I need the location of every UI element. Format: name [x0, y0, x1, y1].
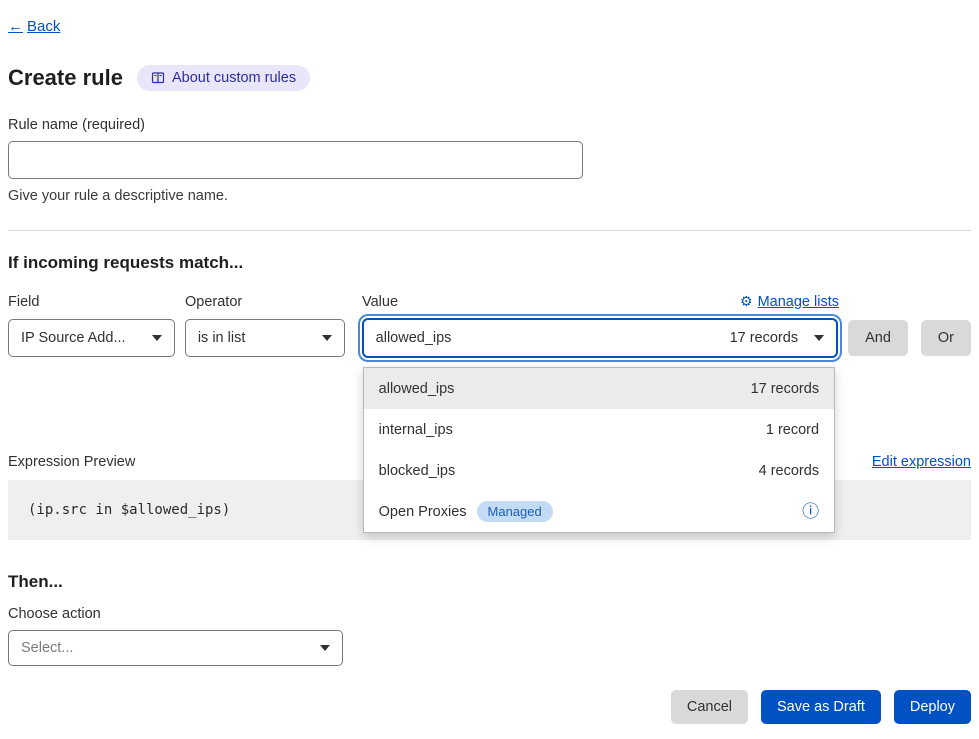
value-combobox-value: allowed_ips [376, 330, 452, 346]
back-arrow-icon: ← [8, 18, 23, 35]
value-records-count: 17 records [730, 330, 799, 346]
value-combobox[interactable]: allowed_ips 17 records [362, 318, 838, 358]
chevron-down-icon [152, 335, 162, 341]
operator-select[interactable]: is in list [185, 319, 345, 357]
list-item-name: allowed_ips [379, 381, 455, 397]
chevron-down-icon [814, 335, 824, 341]
value-label: Value [362, 294, 398, 310]
footer-actions: Cancel Save as Draft Deploy [8, 690, 971, 724]
badge-label: About custom rules [172, 70, 296, 86]
and-button[interactable]: And [848, 320, 908, 356]
field-select-value: IP Source Add... [21, 330, 126, 346]
expression-code: (ip.src in $allowed_ips) [28, 502, 230, 518]
list-item-detail: 17 records [751, 381, 820, 397]
create-rule-page: ← Back Create rule About custom rules Ru… [0, 0, 979, 739]
cancel-button[interactable]: Cancel [671, 690, 748, 724]
chevron-down-icon [320, 645, 330, 651]
book-icon [151, 71, 165, 85]
rule-name-helper: Give your rule a descriptive name. [8, 188, 971, 204]
or-button[interactable]: Or [921, 320, 971, 356]
match-controls-row: IP Source Add... is in list allowed_ips … [8, 318, 971, 358]
list-item-name: blocked_ips [379, 463, 456, 479]
edit-expression-link[interactable]: Edit expression [872, 454, 971, 470]
list-item-name: Open Proxies [379, 504, 467, 520]
operator-select-value: is in list [198, 330, 246, 346]
field-label: Field [8, 294, 175, 310]
chevron-down-icon [322, 335, 332, 341]
choose-action-label: Choose action [8, 606, 971, 622]
list-item-name: internal_ips [379, 422, 453, 438]
match-labels-row: Field Operator Value ⚙ Manage lists [8, 293, 971, 310]
manage-lists-label: Manage lists [758, 294, 839, 310]
rule-name-label: Rule name (required) [8, 117, 971, 133]
list-item-open-proxies[interactable]: Open Proxies Managed ⓘ [364, 491, 834, 532]
rule-name-input[interactable] [8, 141, 583, 179]
expression-preview-label: Expression Preview [8, 454, 135, 470]
value-dropdown-list: allowed_ips 17 records internal_ips 1 re… [363, 367, 835, 533]
value-combobox-wrap: allowed_ips 17 records allowed_ips 17 re… [362, 318, 838, 358]
list-item-detail: 4 records [759, 463, 819, 479]
field-select[interactable]: IP Source Add... [8, 319, 175, 357]
page-title: Create rule [8, 65, 123, 91]
about-custom-rules-badge[interactable]: About custom rules [137, 65, 310, 91]
info-icon[interactable]: ⓘ [802, 503, 819, 520]
deploy-button[interactable]: Deploy [894, 690, 971, 724]
then-section-title: Then... [8, 572, 971, 592]
action-select[interactable]: Select... [8, 630, 343, 666]
operator-label: Operator [185, 294, 345, 310]
list-item-detail: 1 record [766, 422, 819, 438]
match-section-title: If incoming requests match... [8, 253, 971, 273]
manage-lists-link[interactable]: ⚙ Manage lists [740, 293, 839, 310]
action-select-placeholder: Select... [21, 640, 73, 656]
list-item-allowed-ips[interactable]: allowed_ips 17 records [364, 368, 834, 409]
managed-badge: Managed [477, 501, 553, 522]
back-link[interactable]: ← Back [8, 18, 60, 35]
gear-icon: ⚙ [740, 293, 753, 310]
save-as-draft-button[interactable]: Save as Draft [761, 690, 881, 724]
list-item-blocked-ips[interactable]: blocked_ips 4 records [364, 450, 834, 491]
section-divider [8, 230, 971, 231]
back-label: Back [27, 18, 60, 35]
list-item-internal-ips[interactable]: internal_ips 1 record [364, 409, 834, 450]
title-row: Create rule About custom rules [8, 65, 971, 91]
